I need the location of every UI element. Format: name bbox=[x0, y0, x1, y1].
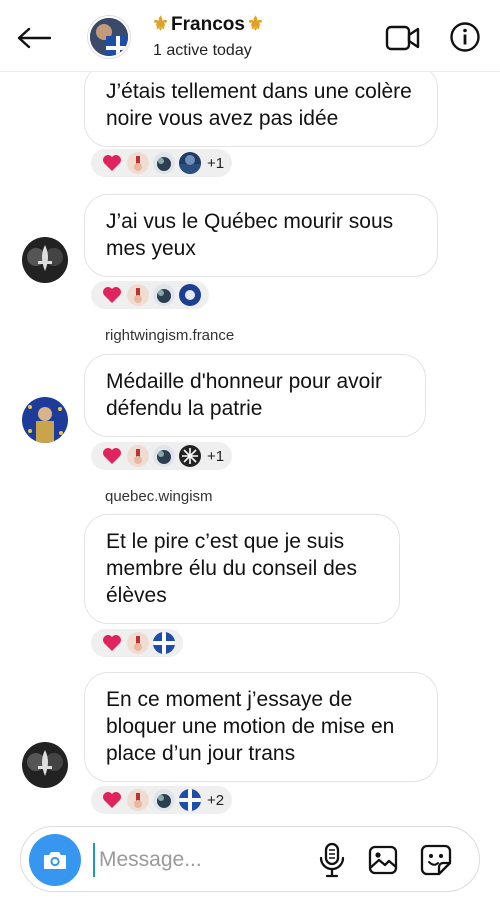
heart-reaction-icon bbox=[101, 789, 123, 811]
sender-username: quebec.wingism bbox=[105, 488, 213, 505]
quebec-flag-icon bbox=[153, 632, 175, 654]
message-bubble[interactable]: J’étais tellement dans une colère noire … bbox=[84, 72, 438, 147]
reaction-bar[interactable]: +2 bbox=[89, 784, 235, 816]
reaction-count: +1 bbox=[207, 154, 225, 172]
user-reaction-avatar bbox=[153, 445, 175, 467]
reaction-count: +1 bbox=[207, 447, 225, 465]
user-reaction-avatar bbox=[127, 789, 149, 811]
user-reaction-avatar bbox=[127, 632, 149, 654]
message-text: J’ai vus le Québec mourir sous mes yeux bbox=[106, 210, 394, 260]
sender-avatar[interactable] bbox=[22, 237, 68, 283]
fleur-de-lis-icon: ⚜ bbox=[246, 14, 265, 35]
reaction-bar[interactable]: +1 bbox=[89, 440, 235, 472]
message-text: Médaille d'honneur pour avoir défendu la… bbox=[106, 370, 383, 420]
user-reaction-avatar bbox=[179, 152, 201, 174]
message-text: Et le pire c’est que je suis membre élu … bbox=[106, 530, 357, 607]
reaction-count: +2 bbox=[207, 791, 225, 809]
sticker-icon[interactable] bbox=[419, 843, 453, 877]
video-call-icon[interactable] bbox=[384, 22, 422, 54]
user-reaction-avatar bbox=[153, 284, 175, 306]
group-avatar[interactable] bbox=[88, 16, 130, 58]
reaction-bar[interactable]: +1 bbox=[89, 147, 235, 179]
user-reaction-avatar bbox=[179, 284, 201, 306]
message-bubble[interactable]: J’ai vus le Québec mourir sous mes yeux bbox=[84, 194, 438, 277]
back-arrow-icon[interactable] bbox=[14, 20, 54, 56]
user-reaction-avatar bbox=[153, 152, 175, 174]
info-icon[interactable] bbox=[449, 21, 481, 53]
message-thread[interactable]: J’étais tellement dans une colère noire … bbox=[0, 72, 500, 820]
message-input[interactable] bbox=[93, 843, 293, 877]
camera-icon bbox=[44, 852, 66, 869]
chat-title-text: Francos bbox=[171, 13, 245, 35]
message-text: J’étais tellement dans une colère noire … bbox=[106, 80, 412, 130]
quebec-flag-icon bbox=[179, 789, 201, 811]
sender-avatar[interactable] bbox=[22, 397, 68, 443]
chat-header: ⚜ Francos ⚜ 1 active today bbox=[0, 0, 500, 72]
heart-reaction-icon bbox=[101, 445, 123, 467]
sender-avatar[interactable] bbox=[22, 742, 68, 788]
user-reaction-avatar bbox=[127, 284, 149, 306]
message-composer bbox=[20, 826, 480, 892]
user-reaction-avatar bbox=[127, 445, 149, 467]
message-bubble[interactable]: Médaille d'honneur pour avoir défendu la… bbox=[84, 354, 426, 437]
reaction-bar[interactable] bbox=[89, 279, 211, 311]
fleur-de-lis-icon: ⚜ bbox=[152, 14, 170, 35]
heart-reaction-icon bbox=[101, 284, 123, 306]
heart-reaction-icon bbox=[101, 632, 123, 654]
message-bubble[interactable]: Et le pire c’est que je suis membre élu … bbox=[84, 514, 400, 624]
heart-reaction-icon bbox=[101, 152, 123, 174]
message-text: En ce moment j’essaye de bloquer une mot… bbox=[106, 688, 395, 765]
message-bubble[interactable]: En ce moment j’essaye de bloquer une mot… bbox=[84, 672, 438, 782]
user-reaction-avatar bbox=[179, 445, 201, 467]
sender-username: rightwingism.france bbox=[105, 327, 235, 344]
reaction-bar[interactable] bbox=[89, 627, 185, 659]
chat-title[interactable]: ⚜ Francos ⚜ bbox=[152, 13, 264, 36]
microphone-icon[interactable] bbox=[317, 841, 347, 879]
active-status: 1 active today bbox=[153, 42, 252, 59]
camera-button[interactable] bbox=[29, 834, 81, 886]
user-reaction-avatar bbox=[153, 789, 175, 811]
user-reaction-avatar bbox=[127, 152, 149, 174]
gallery-icon[interactable] bbox=[367, 844, 399, 876]
